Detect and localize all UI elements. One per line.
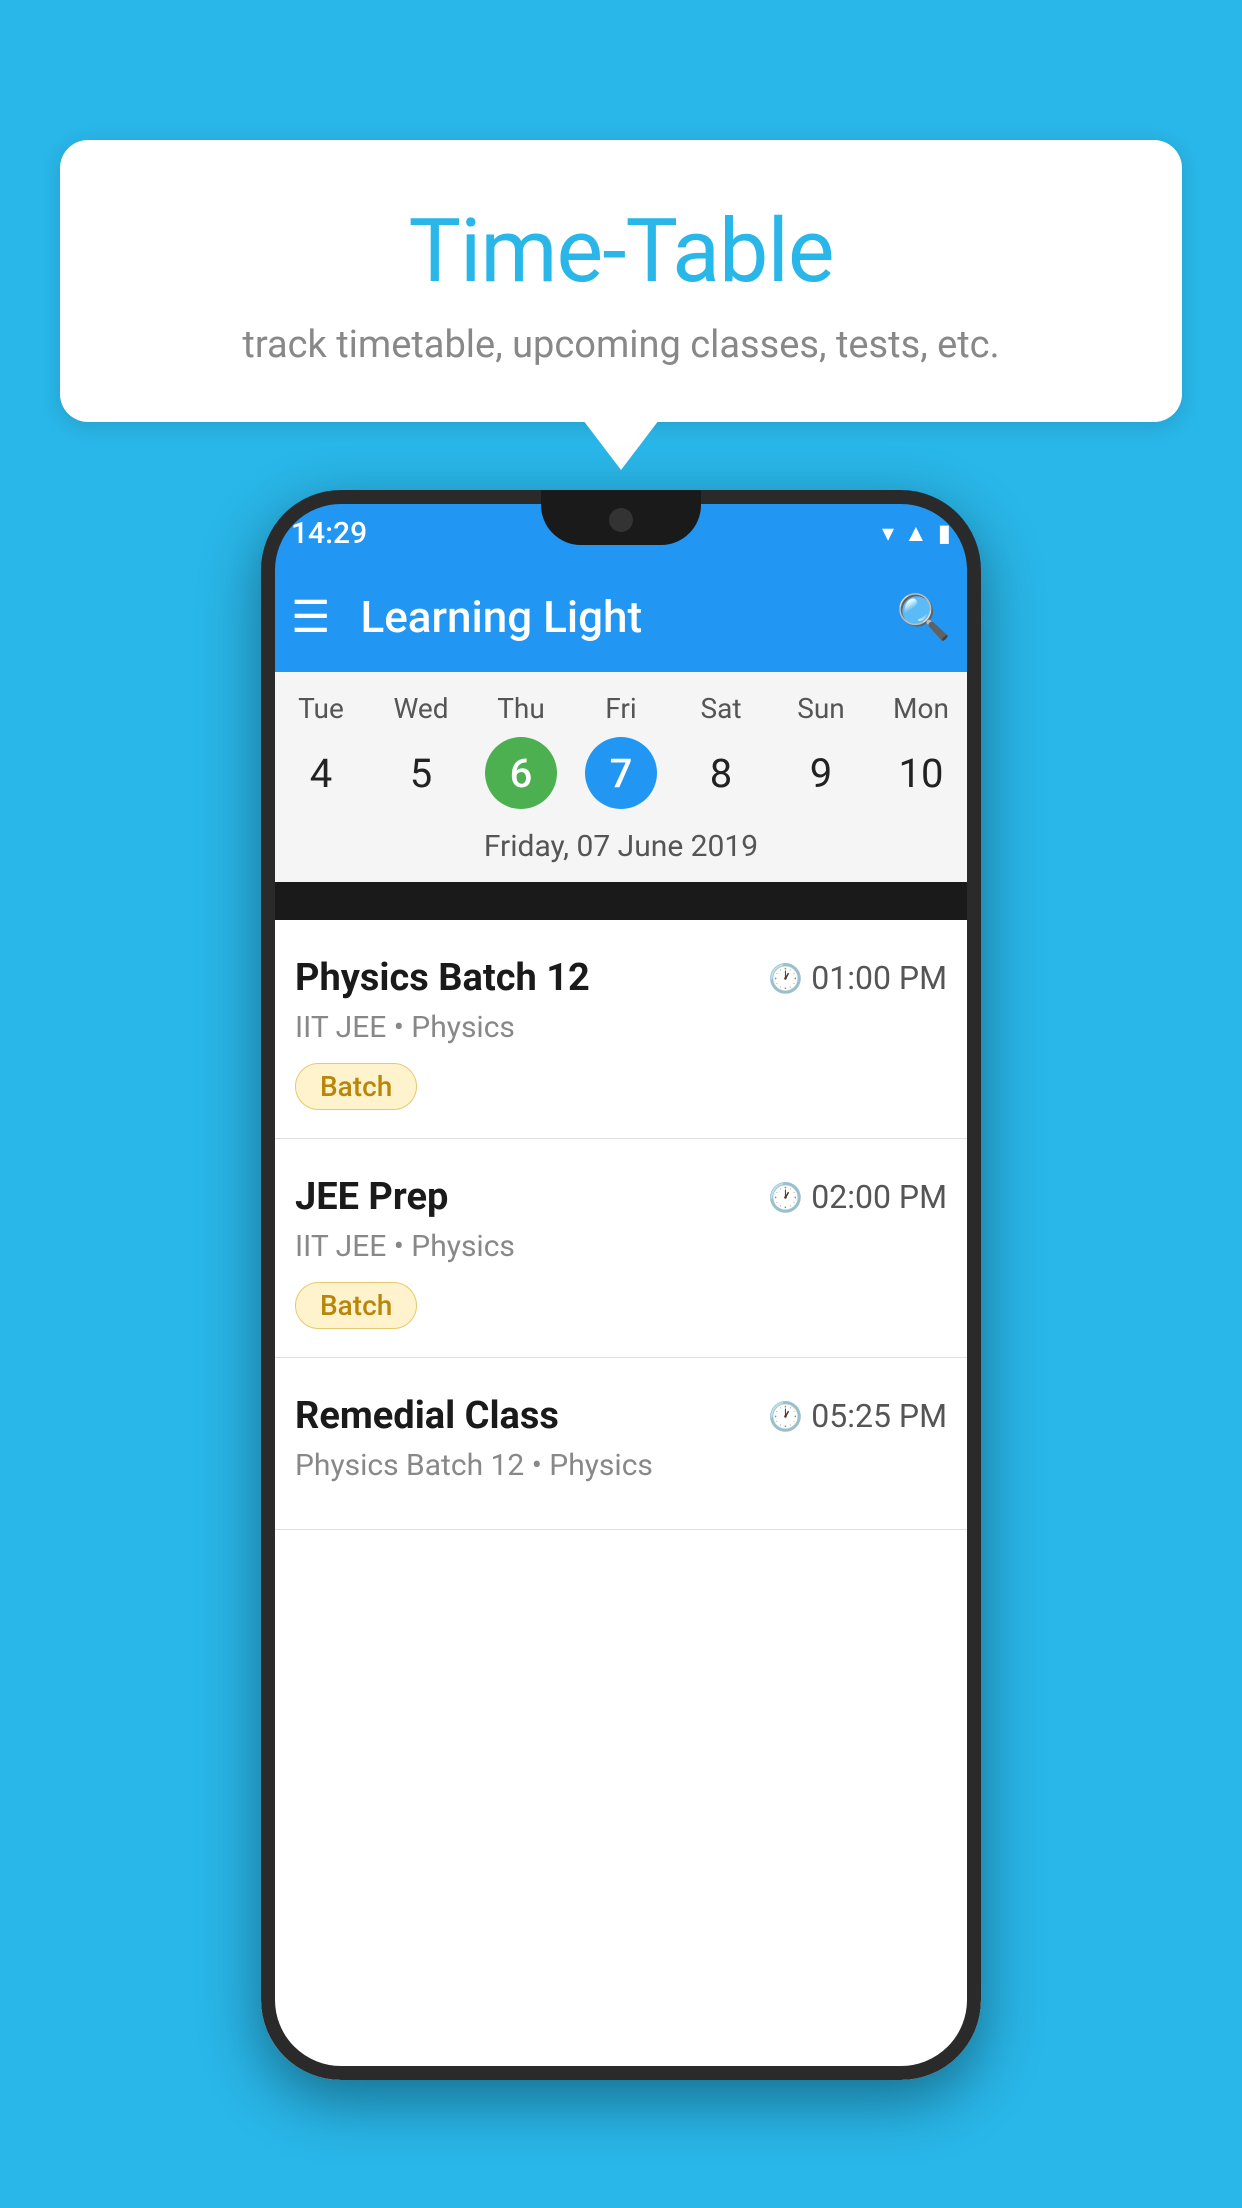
- camera: [609, 508, 633, 532]
- schedule-list: Physics Batch 12 🕐 01:00 PM IIT JEE • Phys…: [261, 920, 981, 2080]
- day-col[interactable]: Fri 7: [576, 692, 666, 809]
- schedule-item[interactable]: JEE Prep 🕐 02:00 PM IIT JEE • Physics Batch: [261, 1139, 981, 1358]
- battery-icon: ▮: [938, 519, 951, 547]
- day-col[interactable]: Thu 6: [476, 692, 566, 809]
- day-col[interactable]: Tue 4: [276, 692, 366, 809]
- calendar-strip: Tue 4 Wed 5 Thu 6 Fri 7 Sat 8 Sun 9 Mon 10 Friday, 07…: [261, 672, 981, 882]
- schedule-item-header: JEE Prep 🕐 02:00 PM: [295, 1175, 947, 1219]
- day-number[interactable]: 10: [885, 737, 957, 809]
- app-title: Learning Light: [360, 591, 896, 643]
- day-number[interactable]: 4: [285, 737, 357, 809]
- day-name: Sun: [797, 692, 845, 725]
- day-col[interactable]: Sat 8: [676, 692, 766, 809]
- notch: [541, 490, 701, 545]
- day-name: Tue: [298, 692, 344, 725]
- clock-icon: 🕐: [768, 962, 803, 995]
- status-icons: ▾ ▲ ▮: [882, 519, 951, 548]
- clock-icon: 🕐: [768, 1181, 803, 1214]
- day-col[interactable]: Sun 9: [776, 692, 866, 809]
- batch-badge: Batch: [295, 1282, 417, 1329]
- day-number[interactable]: 8: [685, 737, 757, 809]
- day-name: Sat: [700, 692, 741, 725]
- menu-icon[interactable]: ☰: [291, 591, 330, 643]
- schedule-item-title: Physics Batch 12: [295, 956, 590, 1000]
- signal-icon: ▲: [904, 519, 928, 548]
- batch-badge: Batch: [295, 1063, 417, 1110]
- day-name: Thu: [497, 692, 545, 725]
- schedule-item-time: 🕐 02:00 PM: [768, 1178, 947, 1216]
- bubble-subtitle: track timetable, upcoming classes, tests…: [140, 323, 1102, 367]
- day-col[interactable]: Mon 10: [876, 692, 966, 809]
- phone-container: 14:29 ▾ ▲ ▮ ☰ Learning Light 🔍 Tue4Wed5T…: [60, 490, 1182, 2080]
- day-name: Mon: [893, 692, 949, 725]
- bubble-title: Time-Table: [140, 200, 1102, 303]
- day-name: Fri: [605, 692, 636, 725]
- status-time: 14:29: [291, 516, 367, 551]
- search-icon[interactable]: 🔍: [896, 591, 951, 643]
- schedule-item-subtitle: Physics Batch 12 • Physics: [295, 1448, 947, 1483]
- app-bar: ☰ Learning Light 🔍: [261, 562, 981, 672]
- selected-date: Friday, 07 June 2019: [261, 819, 981, 882]
- schedule-item-title: Remedial Class: [295, 1394, 559, 1438]
- schedule-item-title: JEE Prep: [295, 1175, 448, 1219]
- speech-bubble: Time-Table track timetable, upcoming cla…: [60, 140, 1182, 422]
- phone-mockup: 14:29 ▾ ▲ ▮ ☰ Learning Light 🔍 Tue4Wed5T…: [261, 490, 981, 2080]
- schedule-item-header: Remedial Class 🕐 05:25 PM: [295, 1394, 947, 1438]
- days-row: Tue 4 Wed 5 Thu 6 Fri 7 Sat 8 Sun 9 Mon 10: [261, 672, 981, 819]
- schedule-item[interactable]: Physics Batch 12 🕐 01:00 PM IIT JEE • Phys…: [261, 920, 981, 1139]
- schedule-item-subtitle: IIT JEE • Physics: [295, 1010, 947, 1045]
- schedule-item[interactable]: Remedial Class 🕐 05:25 PM Physics Batch 12…: [261, 1358, 981, 1530]
- day-number[interactable]: 6: [485, 737, 557, 809]
- schedule-item-header: Physics Batch 12 🕐 01:00 PM: [295, 956, 947, 1000]
- wifi-icon: ▾: [882, 519, 894, 547]
- day-name: Wed: [393, 692, 448, 725]
- speech-bubble-container: Time-Table track timetable, upcoming cla…: [60, 140, 1182, 422]
- day-number[interactable]: 9: [785, 737, 857, 809]
- clock-icon: 🕐: [768, 1400, 803, 1433]
- day-number[interactable]: 7: [585, 737, 657, 809]
- schedule-item-time: 🕐 05:25 PM: [768, 1397, 947, 1435]
- day-number[interactable]: 5: [385, 737, 457, 809]
- schedule-item-subtitle: IIT JEE • Physics: [295, 1229, 947, 1264]
- schedule-item-time: 🕐 01:00 PM: [768, 959, 947, 997]
- day-col[interactable]: Wed 5: [376, 692, 466, 809]
